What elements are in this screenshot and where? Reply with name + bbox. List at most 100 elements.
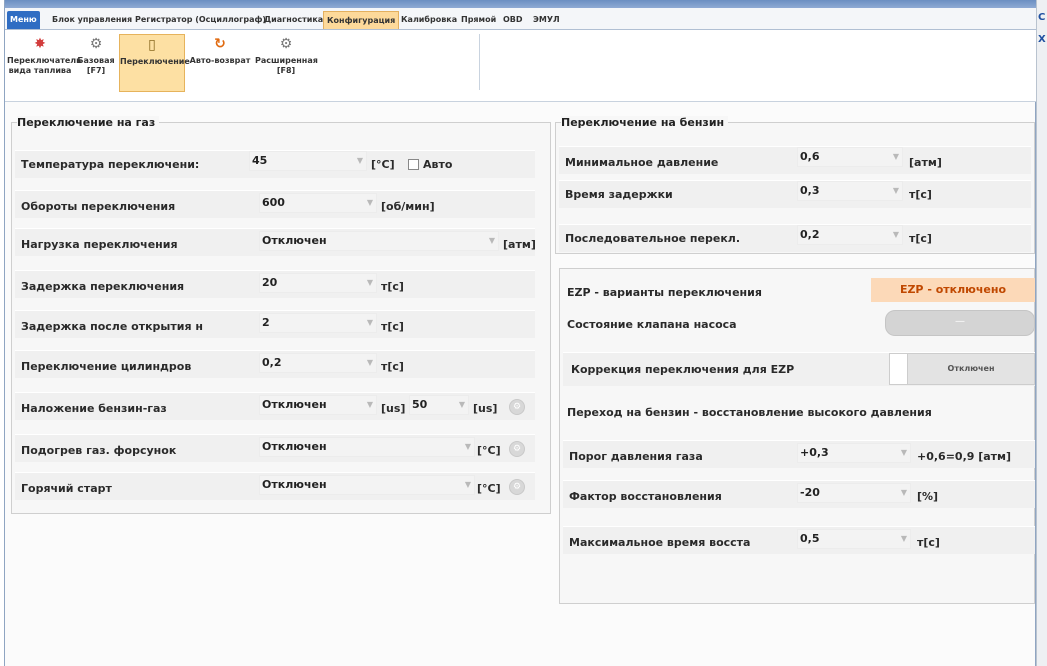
hot-start-settings-icon[interactable]: ⚙ <box>509 479 525 495</box>
rpm-unit: [об/мин] <box>381 200 435 213</box>
petrol-delay-combo[interactable]: 0,3 ▼ <box>797 181 903 201</box>
gears-icon: ⚙ <box>279 36 293 52</box>
max-time-unit: т[с] <box>917 536 940 549</box>
load-label: Нагрузка переключения <box>21 238 178 251</box>
tab-control-unit[interactable]: Блок управления <box>49 11 135 29</box>
load-combo[interactable]: Отключен ▼ <box>259 231 499 251</box>
temp-value: 45 <box>252 154 268 167</box>
gas-row-load: Нагрузка переключения Отключен ▼ [атм] <box>15 228 536 256</box>
basic-button[interactable]: ⚙ Базовая [F7] <box>75 34 117 92</box>
heat-combo[interactable]: Отключен ▼ <box>259 437 475 457</box>
cylinders-combo[interactable]: 0,2 ▼ <box>259 353 377 373</box>
extended-key-label: [F8] <box>276 66 296 75</box>
chevron-down-icon: ▼ <box>488 236 495 245</box>
overlap-settings-icon[interactable]: ⚙ <box>509 399 525 415</box>
petrol-group-title: Переключение на бензин <box>561 116 729 129</box>
overlap-combo[interactable]: Отключен ▼ <box>259 395 377 415</box>
cylinders-label: Переключение цилиндров <box>21 360 192 373</box>
threshold-combo[interactable]: +0,3 ▼ <box>797 443 911 463</box>
min-pressure-label: Минимальное давление <box>565 156 719 169</box>
rpm-value: 600 <box>262 196 285 209</box>
max-time-value: 0,5 <box>800 532 820 545</box>
rpm-combo[interactable]: 600 ▼ <box>259 193 377 213</box>
chevron-down-icon: ▼ <box>892 152 899 161</box>
gas-row-overlap: Наложение бензин-газ Отключен ▼ [us] 50 ▼ … <box>15 392 535 420</box>
sequential-label: Последовательное перекл. <box>565 232 741 245</box>
open-delay-unit: т[с] <box>381 320 404 333</box>
ezp-row-factor: Фактор восстановления -20 ▼ [%] <box>563 480 1035 508</box>
min-pressure-combo[interactable]: 0,6 ▼ <box>797 147 903 167</box>
rpm-label: Обороты переключения <box>21 200 176 213</box>
factor-label: Фактор восстановления <box>569 490 722 503</box>
auto-label: Авто <box>423 158 453 171</box>
chevron-down-icon: ▼ <box>366 400 373 409</box>
chevron-down-icon: ▼ <box>900 448 907 457</box>
chevron-down-icon: ▼ <box>900 488 907 497</box>
petrol-row-minp: Минимальное давление 0,6 ▼ [атм] <box>559 146 1031 174</box>
side-panel-strip: С Х <box>1036 0 1047 666</box>
heat-label: Подогрев газ. форсунок <box>21 444 177 457</box>
refresh-icon: ↻ <box>214 36 226 52</box>
chevron-down-icon: ▼ <box>366 198 373 207</box>
chevron-down-icon: ▼ <box>900 534 907 543</box>
heat-unit: [°C] <box>477 444 501 457</box>
gas-row-delay: Задержка переключения 20 ▼ т[с] <box>15 270 535 298</box>
heat-settings-icon[interactable]: ⚙ <box>509 441 525 457</box>
gas-row-temp: Температура переключени: 45 ▼ [°C] Авто <box>15 150 535 178</box>
threshold-result: +0,6=0,9 [атм] <box>917 450 1012 463</box>
sequential-value: 0,2 <box>800 228 820 241</box>
petrol-delay-label: Время задержки <box>565 188 673 201</box>
auto-checkbox[interactable] <box>408 159 419 170</box>
overlap-value2-combo[interactable]: 50 ▼ <box>409 395 469 415</box>
tab-calibration[interactable]: Калибровка <box>398 11 460 29</box>
auto-return-button[interactable]: ↻ Авто-возврат <box>187 34 253 92</box>
tab-emul[interactable]: ЭМУЛ <box>530 11 563 29</box>
overlap-value2: 50 <box>412 398 428 411</box>
hot-start-unit: [°C] <box>477 482 501 495</box>
min-pressure-value: 0,6 <box>800 150 820 163</box>
ezp-row-threshold: Порог давления газа +0,3 ▼ +0,6=0,9 [атм] <box>563 440 1035 468</box>
correction-toggle[interactable]: Отключен <box>889 353 1035 385</box>
max-time-combo[interactable]: 0,5 ▼ <box>797 529 911 549</box>
hot-start-combo[interactable]: Отключен ▼ <box>259 475 475 495</box>
side-letter-x[interactable]: Х <box>1038 34 1046 45</box>
load-unit: [атм] <box>503 238 536 251</box>
sequential-combo[interactable]: 0,2 ▼ <box>797 225 903 245</box>
cylinders-unit: т[с] <box>381 360 404 373</box>
ezp-status-badge: EZP - отключено <box>871 278 1035 302</box>
tab-bar: Меню Блок управления Регистратор (Осцилл… <box>5 8 1037 30</box>
recovery-title: Переход на бензин - восстановление высок… <box>567 406 932 419</box>
tab-obd[interactable]: OBD <box>500 11 526 29</box>
load-value: Отключен <box>262 234 327 247</box>
tab-diagnostics[interactable]: Диагностика <box>261 11 326 29</box>
open-delay-combo[interactable]: 2 ▼ <box>259 313 377 333</box>
threshold-value: +0,3 <box>800 446 829 459</box>
side-letter-c: С <box>1038 12 1046 23</box>
tab-recorder[interactable]: Регистратор (Осциллограф) <box>132 11 269 29</box>
delay-label: Задержка переключения <box>21 280 185 293</box>
tab-configuration[interactable]: Конфигурация <box>323 11 400 29</box>
factor-combo[interactable]: -20 ▼ <box>797 483 911 503</box>
temp-combo[interactable]: 45 ▼ <box>249 151 367 171</box>
app-window: Меню Блок управления Регистратор (Осцилл… <box>4 0 1037 666</box>
hot-start-label: Горячий старт <box>21 482 112 495</box>
sequential-unit: т[с] <box>909 232 932 245</box>
chevron-down-icon: ▼ <box>458 400 465 409</box>
chevron-down-icon: ▼ <box>356 156 363 165</box>
overlap-unit2: [us] <box>473 402 498 415</box>
switching-button[interactable]: ▯ Переключение <box>119 34 190 92</box>
tab-menu[interactable]: Меню <box>7 11 40 29</box>
overlap-label: Наложение бензин-газ <box>21 402 167 415</box>
max-time-label: Максимальное время восста <box>569 536 751 549</box>
ribbon: ✸ Переключатель вида таплива ⚙ Базовая [… <box>5 30 1037 102</box>
gas-row-open-delay: Задержка после открытия н 2 ▼ т[с] <box>15 310 535 338</box>
fuel-switch-button[interactable]: ✸ Переключатель вида таплива <box>7 34 81 92</box>
correction-label: Коррекция переключения для EZP <box>571 363 795 376</box>
extended-button[interactable]: ⚙ Расширенная [F8] <box>255 34 318 92</box>
cylinders-value: 0,2 <box>262 356 282 369</box>
page-icon: ▯ <box>148 37 156 53</box>
tab-direct[interactable]: Прямой <box>458 11 499 29</box>
ezp-row-max-time: Максимальное время восста 0,5 ▼ т[с] <box>563 526 1035 554</box>
temp-unit: [°C] <box>371 158 395 171</box>
delay-combo[interactable]: 20 ▼ <box>259 273 377 293</box>
